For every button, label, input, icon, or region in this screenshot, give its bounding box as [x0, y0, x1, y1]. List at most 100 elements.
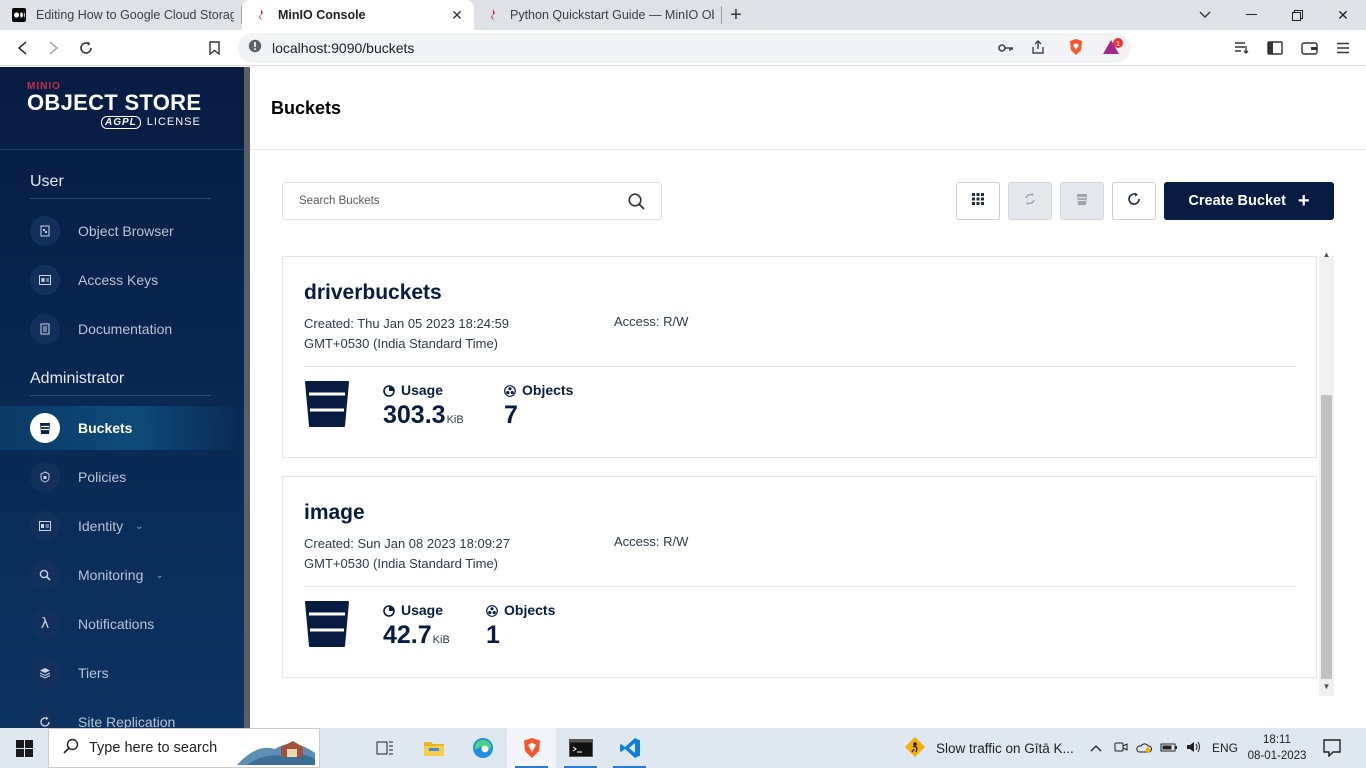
restore-icon[interactable] — [1274, 0, 1320, 30]
windows-start-icon[interactable] — [0, 728, 48, 768]
search-icon[interactable] — [628, 193, 645, 215]
usage-stat: Usage 42.7KiB — [383, 602, 450, 650]
sidebar-item-access-keys[interactable]: Access Keys — [0, 258, 244, 302]
key-icon[interactable] — [998, 41, 1014, 59]
create-bucket-button[interactable]: Create Bucket + — [1164, 182, 1334, 220]
bucket-icon — [304, 600, 350, 648]
info-icon[interactable] — [248, 39, 262, 58]
reload-icon[interactable] — [70, 32, 102, 64]
close-tab-icon[interactable]: ✕ — [448, 7, 466, 24]
browser-tab-3[interactable]: Python Quickstart Guide — MinIO Ob — [474, 0, 722, 30]
sidebar-item-buckets[interactable]: Buckets — [0, 406, 244, 450]
refresh-button[interactable] — [1112, 182, 1156, 220]
objects-stat: Objects 1 — [486, 602, 555, 650]
address-bar[interactable]: localhost:9090/buckets 1 — [238, 33, 1130, 63]
search-highlight-icon — [237, 733, 315, 768]
pie-chart-icon — [383, 384, 395, 397]
scroll-down-arrow-icon[interactable]: ▼ — [1319, 682, 1334, 694]
bucket-card[interactable]: image Created: Sun Jan 08 2023 18:09:27 … — [282, 476, 1317, 678]
sidebar-item-documentation[interactable]: Documentation — [0, 307, 244, 351]
browser-toolbar: localhost:9090/buckets 1 — [0, 30, 1366, 66]
svg-text:1: 1 — [1116, 40, 1120, 48]
sidebar-item-policies[interactable]: Policies — [0, 455, 244, 499]
brave-shield-icon[interactable] — [1068, 38, 1084, 61]
section-header-administrator: Administrator — [30, 370, 125, 387]
sidebar-item-notifications[interactable]: λ Notifications — [0, 602, 244, 646]
select-multiple-button[interactable] — [956, 182, 1000, 220]
chevron-up-icon[interactable] — [1090, 741, 1102, 755]
taskbar-search[interactable]: Type here to search — [48, 728, 320, 768]
url-text: localhost:9090/buckets — [272, 40, 415, 56]
reading-list-icon[interactable] — [1226, 32, 1258, 64]
file-explorer-icon[interactable] — [409, 728, 458, 768]
sidebar-item-label: Buckets — [78, 420, 133, 436]
bucket-created: Created: Thu Jan 05 2023 18:24:59 GMT+05… — [304, 316, 510, 351]
terminal-icon[interactable] — [556, 728, 605, 768]
search-input[interactable] — [299, 195, 619, 207]
sidebar-item-label: Object Browser — [78, 223, 174, 239]
task-view-icon[interactable] — [360, 728, 409, 768]
list-scrollbar-thumb[interactable] — [1321, 395, 1332, 679]
search-box[interactable] — [282, 182, 662, 220]
sidebar-item-monitoring[interactable]: Monitoring ⌄ — [0, 553, 244, 597]
bookmark-icon[interactable] — [198, 32, 230, 64]
language-indicator[interactable]: ENG — [1212, 741, 1238, 755]
lambda-icon: λ — [30, 609, 60, 639]
bucket-name[interactable]: image — [304, 501, 365, 525]
sidebar-item-label: Notifications — [78, 616, 155, 632]
forward-arrow-icon[interactable] — [38, 32, 70, 64]
weather-traffic-widget[interactable]: Slow traffic on Gītā K... — [904, 728, 1074, 768]
clock[interactable]: 18:11 08-01-2023 — [1244, 732, 1310, 764]
create-bucket-label: Create Bucket — [1188, 193, 1286, 209]
sidebar-item-object-browser[interactable]: Object Browser — [0, 209, 244, 253]
page-header: Buckets — [250, 67, 1366, 150]
page-title: Buckets — [271, 97, 342, 118]
brave-browser-icon[interactable] — [507, 728, 556, 768]
battery-icon[interactable] — [1160, 741, 1178, 756]
sidebar-item-identity[interactable]: Identity ⌄ — [0, 504, 244, 548]
scroll-up-arrow-icon[interactable]: ▲ — [1319, 250, 1334, 262]
usage-value: 42.7 — [383, 621, 432, 649]
minimize-icon[interactable] — [1228, 0, 1274, 30]
browser-tab-2[interactable]: MinIO Console ✕ — [242, 0, 474, 30]
lifecycle-icon — [1075, 192, 1089, 211]
pie-chart-icon — [383, 604, 395, 617]
browser-tab-1[interactable]: Editing How to Google Cloud Storage — [0, 0, 242, 30]
documentation-icon — [30, 314, 60, 344]
bucket-card[interactable]: driverbuckets Created: Thu Jan 05 2023 1… — [282, 256, 1317, 458]
access-keys-icon — [30, 265, 60, 295]
onedrive-icon[interactable] — [1136, 741, 1153, 756]
objects-icon — [486, 604, 498, 617]
bucket-name[interactable]: driverbuckets — [304, 281, 442, 305]
wallet-icon[interactable] — [1293, 32, 1325, 64]
identity-icon — [30, 511, 60, 541]
vscode-icon[interactable] — [605, 728, 654, 768]
notification-icon[interactable] — [1322, 737, 1344, 759]
bucket-created: Created: Sun Jan 08 2023 18:09:27 GMT+05… — [304, 536, 510, 571]
set-lifecycle-button[interactable] — [1060, 182, 1104, 220]
menu-icon[interactable] — [1327, 32, 1359, 64]
brand-logo[interactable]: MINIO OBJECT STORE AGPL LICENSE — [0, 67, 244, 150]
grid-icon — [971, 192, 985, 211]
usage-unit: KiB — [432, 634, 450, 646]
meet-now-icon[interactable] — [1114, 740, 1128, 757]
objects-label: Objects — [504, 602, 556, 618]
volume-icon[interactable] — [1186, 740, 1202, 757]
sidebar-item-tiers[interactable]: Tiers — [0, 651, 244, 695]
set-replication-button[interactable] — [1008, 182, 1052, 220]
sidebar-item-label: Site Replication — [78, 714, 176, 728]
chevron-down-icon[interactable]: ⌄ — [135, 521, 143, 532]
close-window-icon[interactable]: ✕ — [1320, 0, 1366, 30]
browser-tab-bar: Editing How to Google Cloud Storage MinI… — [0, 0, 1366, 30]
traffic-warning-icon — [904, 736, 926, 761]
sidebar-item-site-replication[interactable]: Site Replication — [0, 700, 244, 728]
sidebar-toggle-icon[interactable] — [1259, 32, 1291, 64]
brave-rewards-icon[interactable]: 1 — [1102, 38, 1124, 61]
edge-icon[interactable] — [458, 728, 507, 768]
new-tab-button[interactable]: + — [722, 0, 750, 30]
chevron-down-icon[interactable]: ⌄ — [155, 570, 163, 581]
share-icon[interactable] — [1030, 39, 1046, 60]
back-arrow-icon[interactable] — [6, 32, 38, 64]
bucket-access: Access: R/W — [614, 314, 689, 329]
tab-search-chevron-icon[interactable] — [1182, 0, 1228, 30]
